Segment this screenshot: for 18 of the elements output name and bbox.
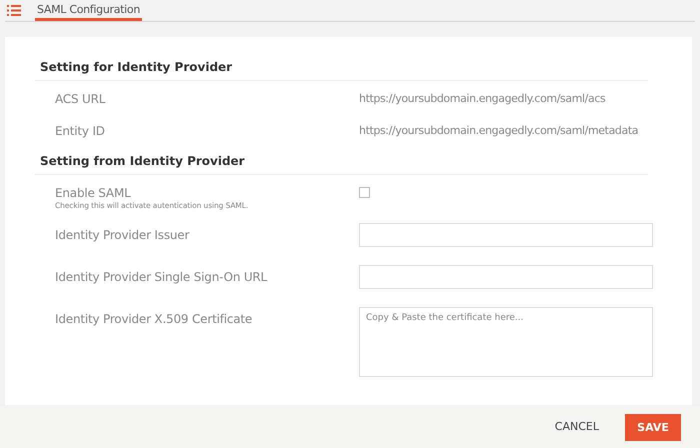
menu-icon[interactable]	[7, 5, 21, 16]
field-label: ACS URL	[55, 91, 106, 107]
field-label: Entity ID	[55, 123, 106, 139]
tab[interactable]: SAML Configuration	[35, 0, 142, 21]
checkbox[interactable]	[359, 187, 370, 198]
field-label: Identity Provider Single Sign-On URL	[55, 269, 268, 286]
cancel-button[interactable]: CANCEL	[548, 413, 605, 440]
text-area[interactable]: Copy & Paste the certificate here...	[359, 307, 653, 377]
field-label: Identity Provider Issuer	[55, 227, 190, 244]
section-heading: Setting from Identity Provider	[35, 151, 648, 175]
input-field[interactable]	[359, 223, 653, 247]
field-label: Enable SAML	[55, 185, 132, 201]
input-field[interactable]	[359, 265, 653, 289]
section-heading: Setting for Identity Provider	[35, 57, 648, 81]
save-button[interactable]: SAVE	[625, 414, 681, 441]
field-value: https://yoursubdomain.engagedly.com/saml/acs	[359, 91, 606, 107]
field-label: Identity Provider X.509 Certificate	[55, 311, 254, 328]
field-value: https://yoursubdomain.engagedly.com/saml/metadata	[359, 123, 638, 139]
